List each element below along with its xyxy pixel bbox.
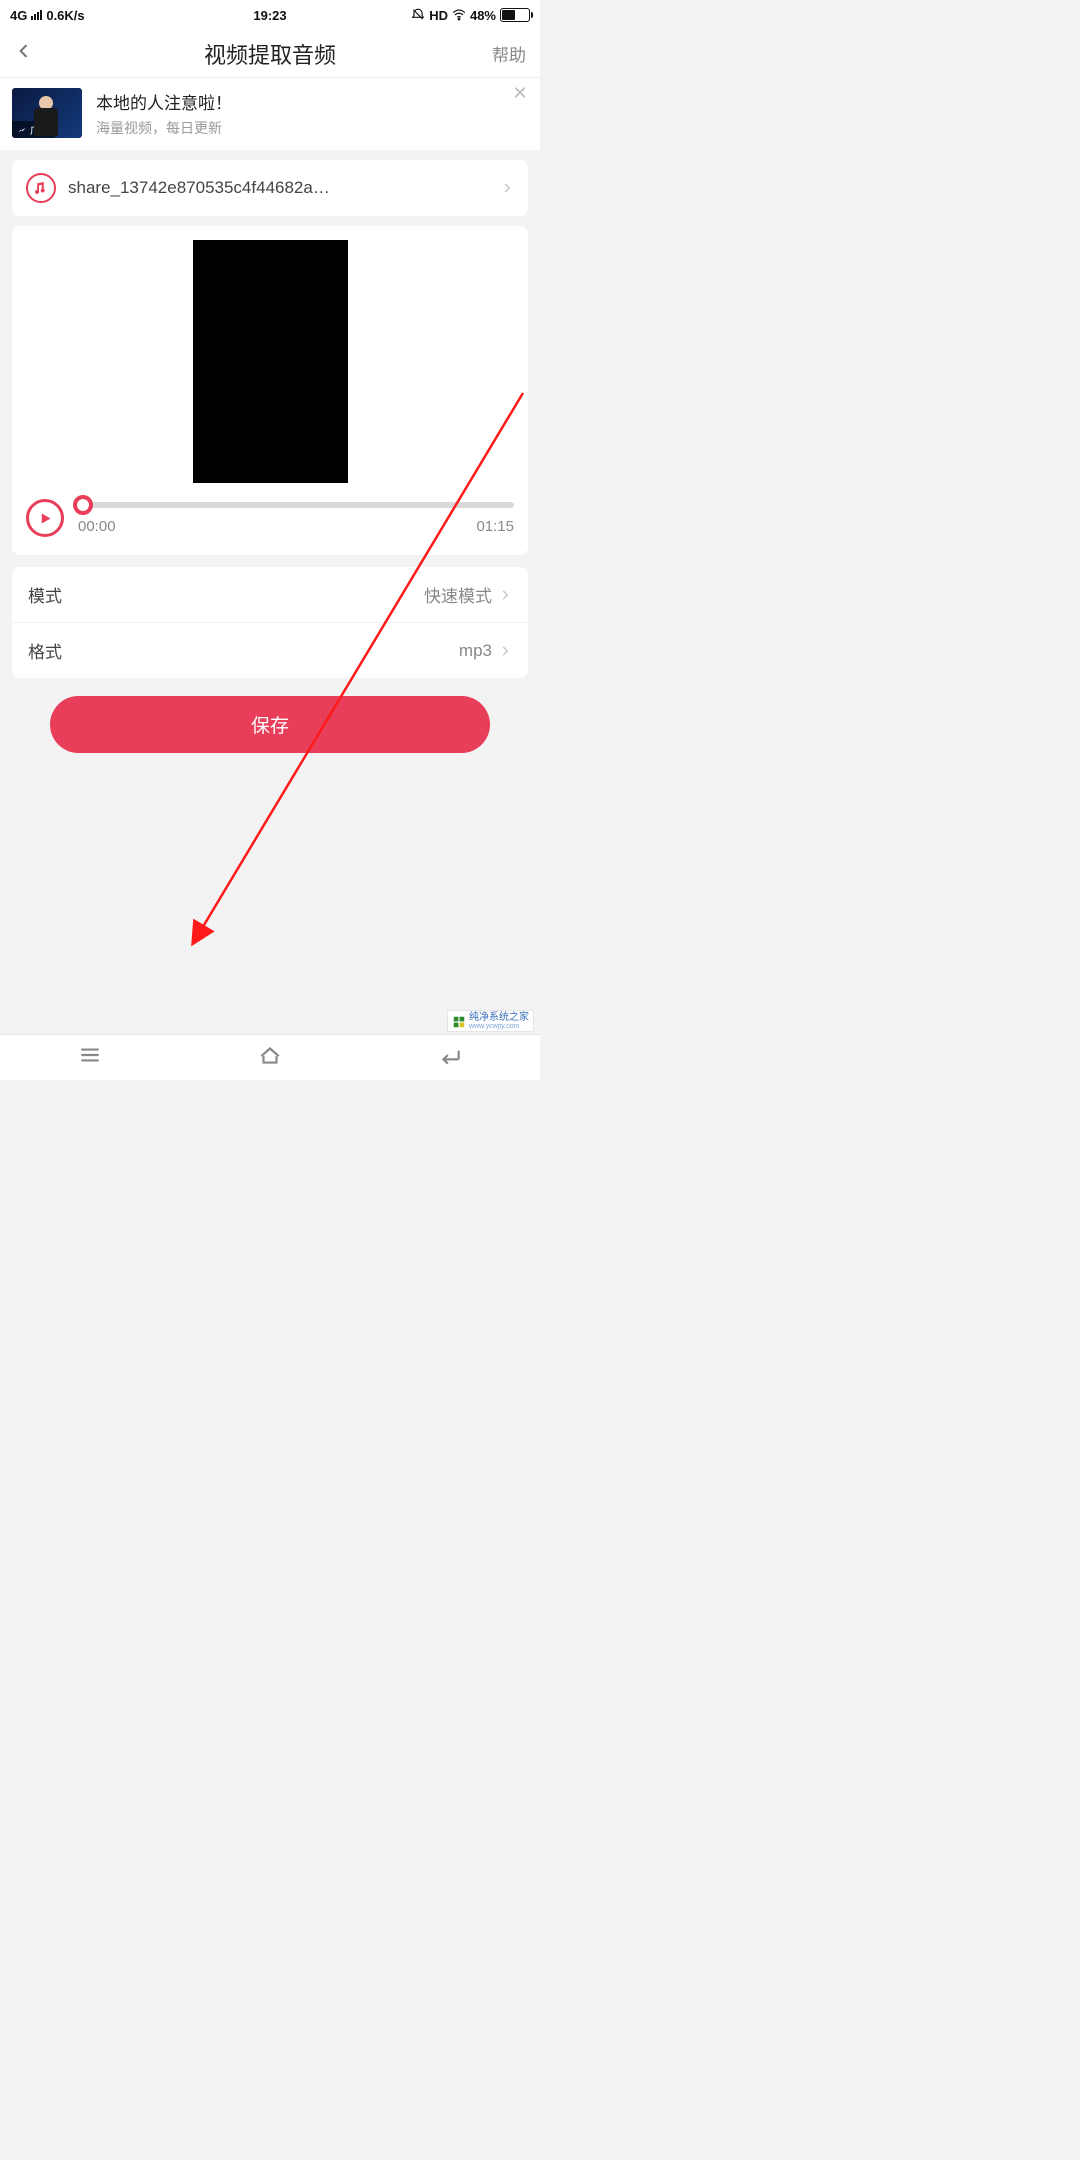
play-button[interactable] <box>26 499 64 537</box>
page-title: 视频提取音频 <box>204 38 336 70</box>
status-left: 4G 0.6K/s <box>10 8 85 23</box>
option-mode[interactable]: 模式 快速模式 <box>12 567 528 622</box>
battery-pct: 48% <box>470 8 496 23</box>
watermark-icon <box>452 1015 466 1029</box>
nav-menu-button[interactable] <box>77 1042 103 1073</box>
title-bar: 视频提取音频 帮助 <box>0 30 540 78</box>
file-name: share_13742e870535c4f44682a… <box>68 178 488 198</box>
battery-icon <box>500 8 530 22</box>
nav-home-button[interactable] <box>257 1042 283 1073</box>
music-icon <box>26 173 56 203</box>
format-value: mp3 <box>459 641 492 661</box>
seek-slider[interactable] <box>78 502 514 508</box>
ad-tag: 广告 <box>12 121 55 138</box>
clock: 19:23 <box>253 8 286 23</box>
mute-icon <box>411 8 425 22</box>
ad-banner[interactable]: 广告 本地的人注意啦！ 海量视频，每日更新 ✕ <box>0 78 540 150</box>
signal-icon <box>31 10 42 20</box>
wifi-icon <box>452 8 466 22</box>
format-label: 格式 <box>28 638 62 663</box>
save-button[interactable]: 保存 <box>50 696 490 753</box>
hd-label: HD <box>429 8 448 23</box>
ad-subtitle: 海量视频，每日更新 <box>96 118 528 138</box>
video-preview[interactable] <box>193 240 348 483</box>
player-card: 00:00 01:15 <box>12 226 528 555</box>
chevron-right-icon <box>498 588 512 602</box>
options-card: 模式 快速模式 格式 mp3 <box>12 567 528 678</box>
back-button[interactable] <box>14 41 34 66</box>
ad-text-area: 本地的人注意啦！ 海量视频，每日更新 <box>96 89 528 138</box>
chevron-right-icon <box>498 644 512 658</box>
ad-close-button[interactable]: ✕ <box>510 84 530 104</box>
status-right: HD 48% <box>411 8 530 23</box>
system-nav-bar <box>0 1034 540 1080</box>
ad-thumbnail: 广告 <box>12 88 82 138</box>
nav-back-button[interactable] <box>437 1042 463 1073</box>
seek-knob[interactable] <box>73 495 93 515</box>
mode-label: 模式 <box>28 582 62 607</box>
current-time: 00:00 <box>78 518 116 535</box>
help-button[interactable]: 帮助 <box>492 41 526 66</box>
mode-value: 快速模式 <box>424 582 492 607</box>
status-bar: 4G 0.6K/s 19:23 HD 48% <box>0 0 540 30</box>
watermark-url: www.ycwjty.com <box>469 1023 529 1030</box>
watermark: 纯净系统之家 www.ycwjty.com <box>447 1010 534 1032</box>
data-speed: 0.6K/s <box>46 8 84 23</box>
option-format[interactable]: 格式 mp3 <box>12 622 528 678</box>
total-time: 01:15 <box>476 518 514 535</box>
chevron-right-icon <box>500 181 514 195</box>
ad-title: 本地的人注意啦！ <box>96 89 528 114</box>
network-label: 4G <box>10 8 27 23</box>
file-card[interactable]: share_13742e870535c4f44682a… <box>12 160 528 216</box>
watermark-text: 纯净系统之家 <box>469 1013 529 1023</box>
